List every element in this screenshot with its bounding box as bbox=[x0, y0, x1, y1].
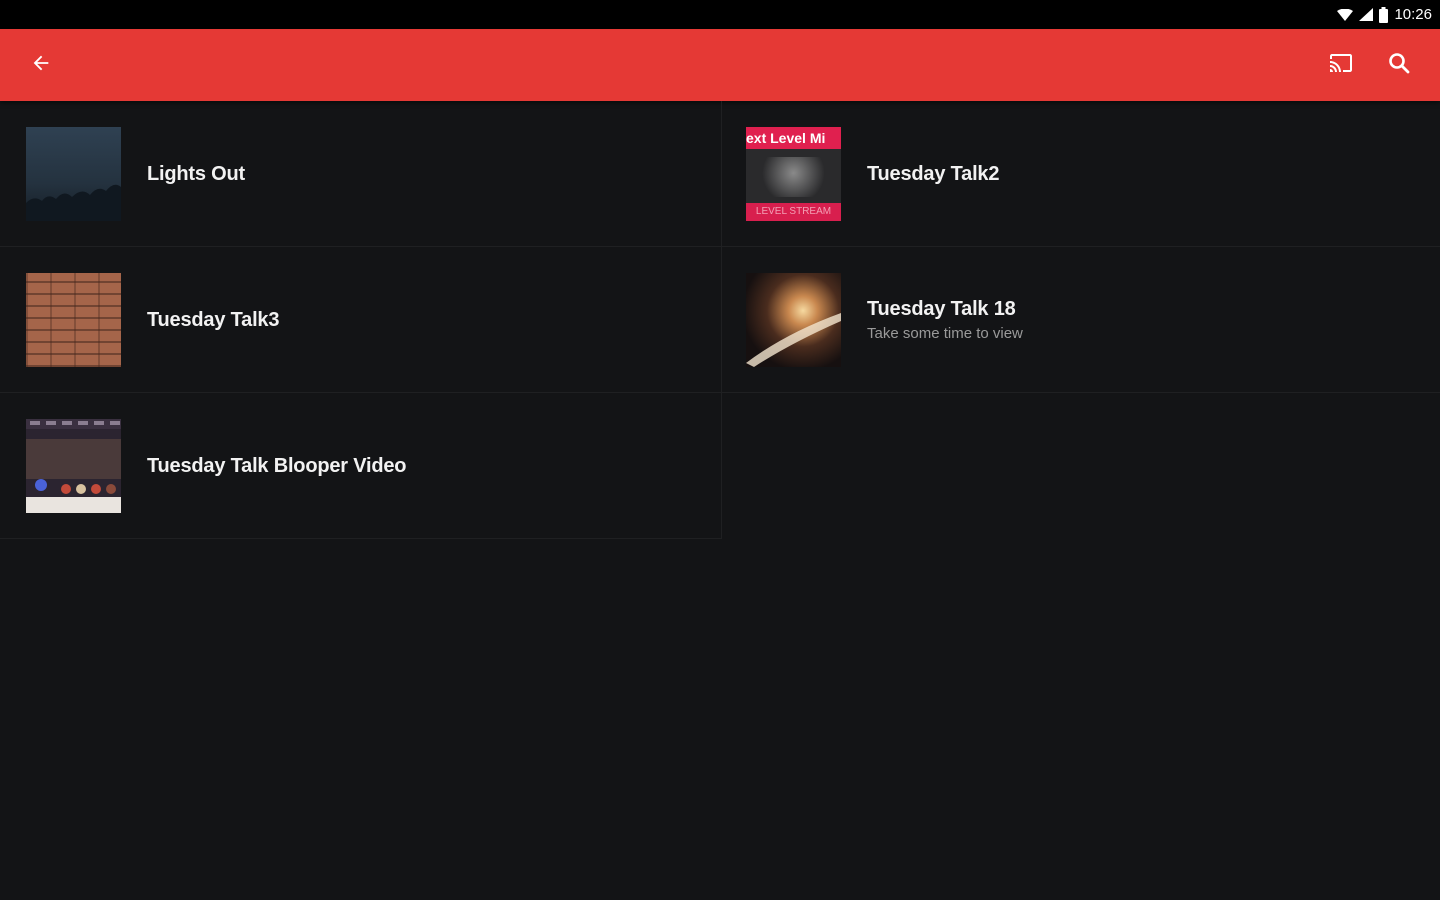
video-subtitle: Take some time to view bbox=[867, 325, 1023, 342]
video-thumbnail bbox=[26, 273, 121, 367]
status-bar: 10:26 bbox=[0, 0, 1440, 29]
video-text: Tuesday Talk Blooper Video bbox=[147, 393, 407, 539]
search-icon bbox=[1387, 51, 1411, 80]
thumbnail-image bbox=[756, 157, 831, 197]
back-button[interactable] bbox=[19, 43, 63, 87]
video-text: Tuesday Talk 18 Take some time to view bbox=[867, 247, 1023, 393]
video-thumbnail bbox=[746, 273, 841, 367]
video-tile-tuesday-talk3[interactable]: Tuesday Talk3 bbox=[0, 247, 722, 393]
video-title: Tuesday Talk 18 bbox=[867, 298, 1016, 320]
app-bar bbox=[0, 29, 1440, 101]
video-title: Lights Out bbox=[147, 162, 245, 185]
back-arrow-icon bbox=[30, 52, 52, 79]
video-title: Tuesday Talk2 bbox=[867, 162, 1000, 185]
status-icons: 10:26 bbox=[1337, 0, 1432, 29]
battery-icon bbox=[1379, 6, 1389, 23]
video-text: Tuesday Talk3 bbox=[147, 247, 279, 393]
video-tile-tuesday-talk-18[interactable]: Tuesday Talk 18 Take some time to view bbox=[722, 247, 1440, 393]
video-thumbnail bbox=[26, 127, 121, 221]
cell-signal-icon bbox=[1359, 8, 1374, 21]
video-title: Tuesday Talk Blooper Video bbox=[147, 454, 407, 477]
status-time: 10:26 bbox=[1394, 6, 1432, 23]
video-tile-tuesday-talk-blooper-video[interactable]: Tuesday Talk Blooper Video bbox=[0, 393, 722, 539]
search-button[interactable] bbox=[1377, 43, 1421, 87]
wifi-icon bbox=[1337, 8, 1354, 21]
thumbnail-footer-text: LEVEL STREAM bbox=[746, 203, 841, 221]
video-thumbnail: ext Level Mi LEVEL STREAM bbox=[746, 127, 841, 221]
video-title: Tuesday Talk3 bbox=[147, 308, 280, 331]
video-text: Tuesday Talk2 bbox=[867, 101, 999, 247]
video-thumbnail bbox=[26, 419, 121, 513]
cast-button[interactable] bbox=[1319, 43, 1363, 87]
cast-icon bbox=[1327, 51, 1355, 80]
thumbnail-banner-text: ext Level Mi bbox=[746, 127, 841, 149]
video-tile-tuesday-talk2[interactable]: ext Level Mi LEVEL STREAM Tuesday Talk2 bbox=[722, 101, 1440, 247]
video-text: Lights Out bbox=[147, 101, 245, 247]
video-tile-lights-out[interactable]: Lights Out bbox=[0, 101, 722, 247]
